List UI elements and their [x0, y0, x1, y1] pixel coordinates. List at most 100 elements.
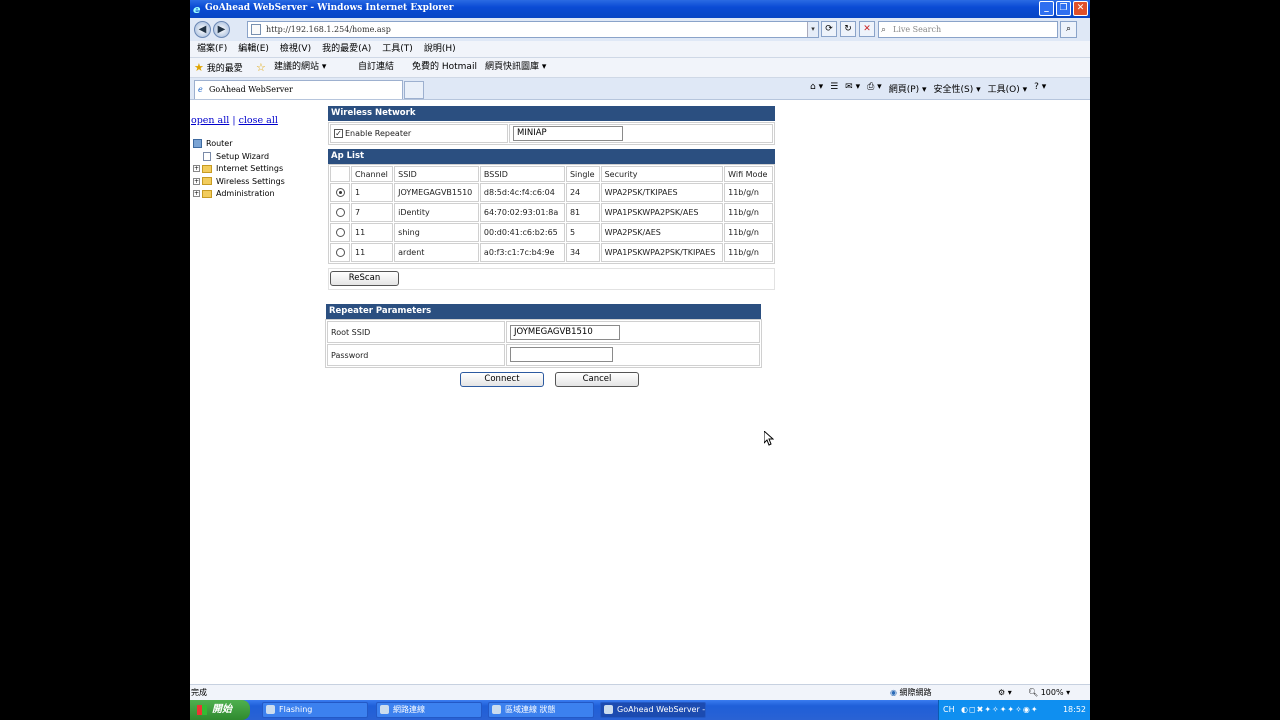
- new-tab-button[interactable]: [404, 81, 424, 99]
- password-input[interactable]: [510, 346, 613, 362]
- zoom-label: 100%: [1040, 688, 1064, 697]
- password-label: Password: [327, 344, 505, 366]
- fav-hotmail[interactable]: 免費的 Hotmail: [412, 58, 477, 77]
- tree-label: Router: [206, 139, 233, 148]
- status-text: 完成: [191, 688, 207, 697]
- ap-select-radio[interactable]: [335, 188, 345, 197]
- task-lan-status[interactable]: 區域連線 狀態: [488, 702, 594, 718]
- root-ssid-label: Root SSID: [327, 321, 505, 343]
- tree-node-setup-wizard[interactable]: Setup Wizard: [193, 151, 285, 164]
- menu-view[interactable]: 檢視(V): [280, 41, 311, 57]
- task-flashing[interactable]: Flashing: [262, 702, 368, 718]
- cmd-tools[interactable]: 工具(O) ▾: [988, 82, 1028, 95]
- folder-icon: [202, 177, 212, 186]
- print-icon[interactable]: ⎙ ▾: [867, 82, 882, 95]
- start-label: 開始: [212, 704, 232, 715]
- menu-tools[interactable]: 工具(T): [382, 41, 413, 57]
- col-ssid: SSID: [394, 166, 479, 182]
- ie-tab-icon: e: [198, 85, 203, 94]
- zone-indicator[interactable]: ◉ 網際網路: [890, 685, 932, 700]
- windows-flag-icon: [197, 705, 207, 715]
- ap-select-radio[interactable]: [335, 208, 345, 217]
- tree-separator: |: [232, 115, 236, 126]
- cell-wifi-mode: 11b/g/n: [724, 243, 773, 262]
- menu-edit[interactable]: 編輯(E): [238, 41, 269, 57]
- fav-custom-links[interactable]: 自訂連結: [358, 58, 394, 77]
- favorites-button[interactable]: ★ 我的最愛: [194, 58, 243, 79]
- window-title: GoAhead WebServer - Windows Internet Exp…: [205, 3, 454, 13]
- cell-bssid: 00:d0:41:c6:b2:65: [479, 223, 565, 242]
- col-channel: Channel: [351, 166, 394, 182]
- cell-ssid: JOYMEGAGVB1510: [394, 183, 479, 202]
- table-row[interactable]: 1 JOYMEGAGVB1510 d8:5d:4c:f4:c6:04 24 WP…: [330, 183, 773, 202]
- connect-button[interactable]: Connect: [460, 372, 544, 387]
- cancel-button[interactable]: Cancel: [555, 372, 639, 387]
- protected-mode-icon[interactable]: ⚙ ▾: [998, 685, 1012, 700]
- refresh-icon[interactable]: ↻: [840, 21, 856, 37]
- tab-goahead[interactable]: e GoAhead WebServer: [194, 80, 403, 99]
- repeater-ssid-input[interactable]: MINIAP: [513, 126, 623, 141]
- task-ie-goahead[interactable]: GoAhead WebServer -...: [600, 702, 706, 718]
- search-icon[interactable]: ⌕: [1060, 21, 1077, 38]
- language-indicator[interactable]: CH: [943, 700, 955, 720]
- zoom-control[interactable]: 🔍︎ 100% ▾: [1028, 685, 1070, 700]
- menu-file[interactable]: 檔案(F): [197, 41, 227, 57]
- star-icon: ★: [194, 61, 204, 74]
- url-input[interactable]: http://192.168.1.254/home.asp ▾: [247, 21, 819, 38]
- add-favorite-icon[interactable]: ☆: [256, 58, 266, 79]
- fav-suggested[interactable]: 建議的網站 ▾: [274, 58, 326, 77]
- mail-icon[interactable]: ✉ ▾: [845, 82, 860, 95]
- menu-help[interactable]: 說明(H): [424, 41, 456, 57]
- cell-wifi-mode: 11b/g/n: [724, 203, 773, 222]
- address-bar: ◀ ▶ http://192.168.1.254/home.asp ▾ ⟳ ↻ …: [190, 18, 1090, 41]
- expand-icon[interactable]: +: [193, 165, 200, 173]
- task-network-connections[interactable]: 網路連線: [376, 702, 482, 718]
- cmd-page[interactable]: 網頁(P) ▾: [889, 82, 927, 95]
- repeater-parameters-header: Repeater Parameters: [326, 304, 761, 319]
- fav-webslice[interactable]: 網頁快訊圖庫 ▾: [485, 58, 546, 77]
- tree-node-administration[interactable]: + Administration: [193, 188, 285, 201]
- tray-icons[interactable]: ◐◻✖✦✧✦✦✧◉✦: [961, 700, 1039, 720]
- tree-node-internet-settings[interactable]: + Internet Settings: [193, 163, 285, 176]
- cell-security: WPA2PSK/AES: [600, 223, 724, 242]
- start-button[interactable]: 開始: [190, 700, 250, 720]
- forward-button[interactable]: ▶: [213, 21, 230, 38]
- close-all-link[interactable]: close all: [239, 115, 278, 126]
- expand-icon[interactable]: +: [193, 177, 200, 185]
- ie-icon: e: [193, 3, 201, 16]
- table-row[interactable]: 7 iDentity 64:70:02:93:01:8a 81 WPA1PSKW…: [330, 203, 773, 222]
- expand-icon[interactable]: +: [193, 190, 200, 198]
- back-button[interactable]: ◀: [194, 21, 211, 38]
- feeds-icon[interactable]: ☰: [830, 82, 838, 95]
- folder-icon: [202, 164, 212, 173]
- col-wifi-mode: Wifi Mode: [724, 166, 773, 182]
- stop-icon[interactable]: ✕: [859, 21, 875, 37]
- ap-list-header: Ap List: [328, 149, 775, 164]
- table-row[interactable]: 11 shing 00:d0:41:c6:b2:65 5 WPA2PSK/AES…: [330, 223, 773, 242]
- tree-node-router[interactable]: Router: [193, 138, 285, 151]
- table-row[interactable]: 11 ardent a0:f3:c1:7c:b4:9e 34 WPA1PSKWP…: [330, 243, 773, 262]
- close-button[interactable]: ✕: [1073, 1, 1088, 16]
- minimize-button[interactable]: _: [1039, 1, 1054, 16]
- search-placeholder: Live Search: [893, 25, 942, 34]
- menu-favorites[interactable]: 我的最愛(A): [322, 41, 371, 57]
- search-input[interactable]: ⌕ Live Search: [878, 21, 1058, 38]
- mouse-cursor-icon: [764, 431, 774, 446]
- maximize-button[interactable]: ❐: [1056, 1, 1071, 16]
- rescan-button[interactable]: ReScan: [330, 271, 399, 286]
- help-icon[interactable]: ? ▾: [1034, 82, 1046, 95]
- compat-view-icon[interactable]: ⟳: [821, 21, 837, 37]
- enable-repeater-checkbox[interactable]: ✓: [334, 129, 343, 138]
- cell-wifi-mode: 11b/g/n: [724, 183, 773, 202]
- url-dropdown-icon[interactable]: ▾: [807, 22, 818, 37]
- fav-suggested-label: 建議的網站 ▾: [274, 62, 327, 72]
- root-ssid-input[interactable]: JOYMEGAGVB1510: [510, 324, 620, 340]
- open-all-link[interactable]: open all: [191, 115, 229, 126]
- home-icon[interactable]: ⌂ ▾: [810, 82, 823, 95]
- ap-select-radio[interactable]: [335, 228, 345, 237]
- ap-select-radio[interactable]: [335, 248, 345, 257]
- cmd-safety[interactable]: 安全性(S) ▾: [934, 82, 981, 95]
- tree-node-wireless-settings[interactable]: + Wireless Settings: [193, 176, 285, 189]
- repeater-parameters-table: Root SSID JOYMEGAGVB1510 Password: [325, 319, 762, 368]
- tree-label: Administration: [216, 189, 275, 199]
